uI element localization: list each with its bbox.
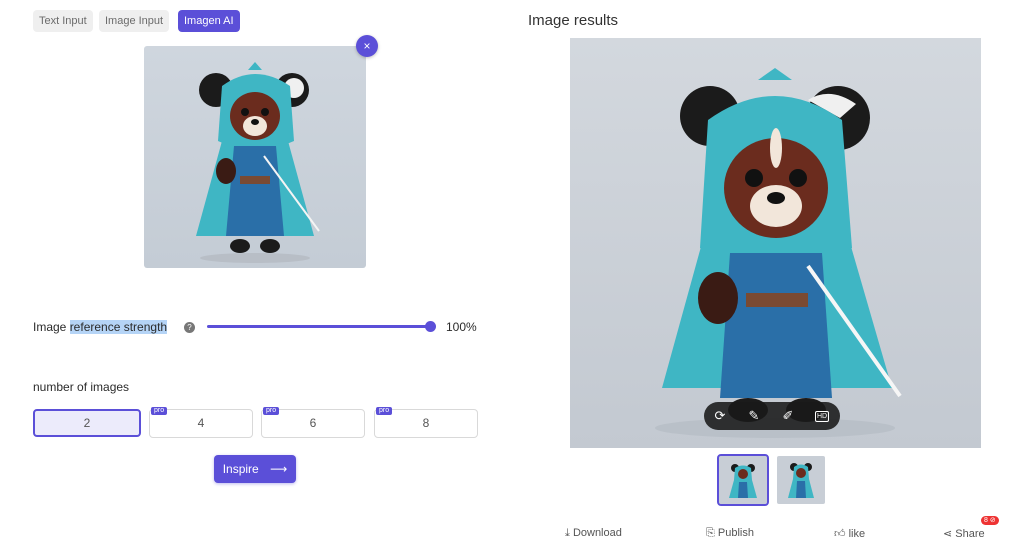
- remove-image-button[interactable]: ×: [356, 35, 378, 57]
- result-thumbnail-2[interactable]: [777, 456, 825, 504]
- publish-label: Publish: [717, 527, 754, 539]
- strength-label-prefix: Image: [33, 320, 70, 334]
- strength-label: Image reference strength: [33, 320, 168, 334]
- result-image[interactable]: [570, 38, 981, 448]
- share-button[interactable]: ⋖ Share: [943, 527, 985, 540]
- like-button[interactable]: 👍︎ like: [834, 527, 865, 540]
- pro-badge: pro: [376, 407, 393, 415]
- arrow-right-icon: ⟶: [270, 462, 288, 476]
- bear-thumbnail-image: [788, 463, 814, 498]
- download-label: Download: [572, 527, 622, 539]
- count-option-2[interactable]: 2: [33, 409, 141, 437]
- strength-slider-track[interactable]: [207, 325, 431, 328]
- bear-thumbnail-image: [729, 464, 757, 498]
- download-icon: ⤓: [565, 527, 570, 539]
- result-thumbnail-1[interactable]: [717, 454, 769, 506]
- tab-imagen-ai[interactable]: Imagen AI: [178, 10, 240, 32]
- publish-button[interactable]: ⎘ Publish: [706, 527, 754, 540]
- results-title: Image results: [528, 12, 619, 29]
- strength-label-highlight: reference strength: [69, 320, 168, 334]
- pro-badge: pro: [151, 407, 168, 415]
- publish-icon: ⎘: [706, 527, 715, 539]
- strength-value: 100%: [446, 320, 477, 334]
- regenerate-icon[interactable]: ⟳: [706, 402, 734, 430]
- close-icon: ×: [363, 39, 371, 53]
- edit-icon[interactable]: ✐: [774, 402, 802, 430]
- num-images-label: number of images: [33, 380, 130, 394]
- bear-figure-result: [655, 68, 902, 438]
- notification-badge: 8 ⊘: [981, 516, 999, 525]
- download-button[interactable]: ⤓ Download: [565, 527, 622, 540]
- inspire-button[interactable]: Inspire ⟶: [214, 455, 296, 483]
- pro-badge: pro: [263, 407, 280, 415]
- tab-text-input[interactable]: Text Input: [33, 10, 93, 32]
- input-image-preview: [144, 46, 366, 268]
- help-icon[interactable]: ?: [184, 322, 195, 333]
- magic-wand-icon[interactable]: ✎: [740, 402, 768, 430]
- share-icon: ⋖: [943, 528, 953, 540]
- bear-figure-image: [196, 62, 320, 263]
- hd-icon[interactable]: HD: [808, 402, 836, 430]
- like-label: like: [848, 528, 866, 540]
- strength-slider-thumb[interactable]: [425, 321, 436, 332]
- tab-image-input[interactable]: Image Input: [99, 10, 170, 32]
- share-label: Share: [955, 528, 985, 540]
- thumbs-up-icon: 👍︎: [834, 528, 846, 540]
- inspire-label: Inspire: [222, 462, 259, 476]
